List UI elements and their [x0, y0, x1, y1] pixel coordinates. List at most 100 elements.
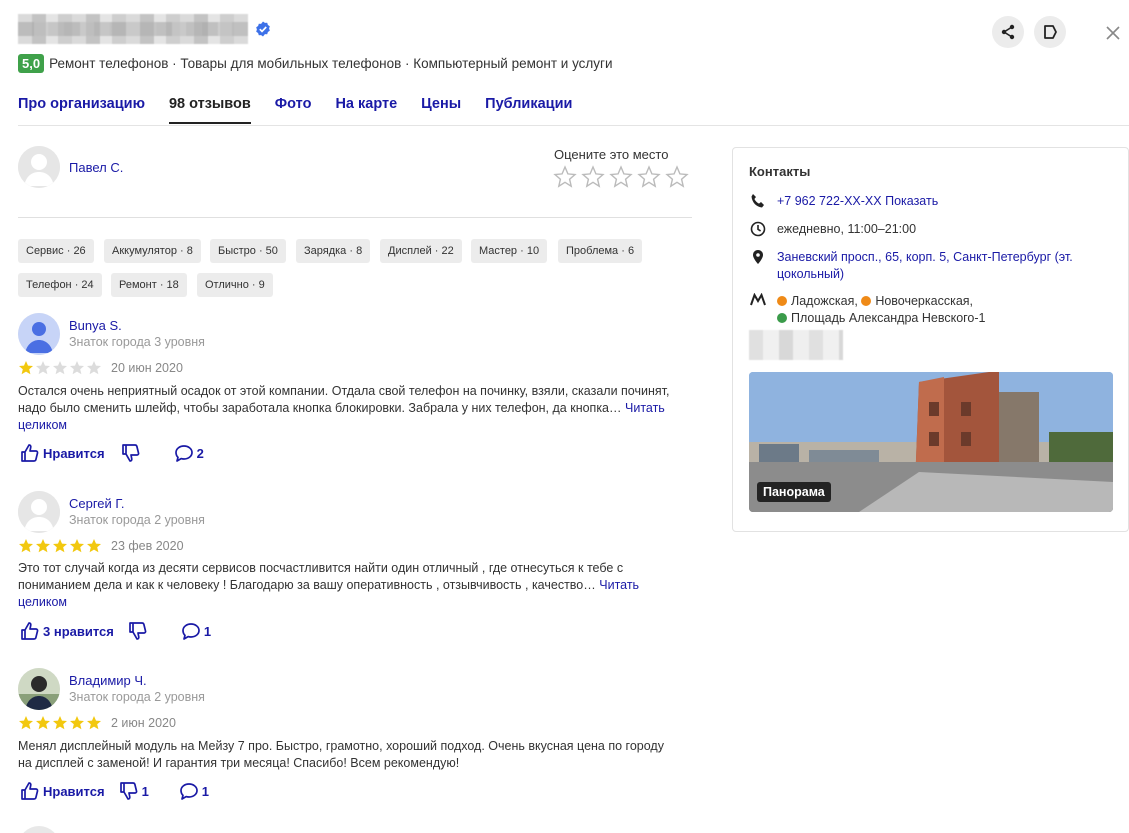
opening-hours: ежедневно, 11:00–21:00	[777, 222, 917, 236]
star-empty-icon	[36, 361, 50, 375]
tab-photo[interactable]: Фото	[275, 96, 312, 124]
divider	[18, 217, 692, 218]
dislike-count: 1	[141, 783, 149, 799]
metro-station[interactable]: Площадь Александра Невского-1	[777, 311, 986, 325]
chip-repair[interactable]: Ремонт · 18	[111, 273, 187, 297]
avatar[interactable]	[18, 668, 60, 710]
rating-row: 5,0 Ремонт телефонов · Товары для мобиль…	[18, 54, 613, 73]
review-stars: 23 фев 2020	[18, 538, 184, 554]
thumbs-up-icon	[21, 622, 39, 640]
metro-line-dot	[861, 296, 872, 306]
bookmark-button[interactable]	[1034, 16, 1066, 48]
tab-reviews[interactable]: 98 отзывов	[168, 96, 251, 124]
star-filled-icon	[87, 539, 101, 553]
bookmark-icon	[1044, 25, 1057, 39]
phone-icon	[751, 194, 764, 208]
show-phone-link[interactable]: Показать	[885, 194, 938, 208]
like-button[interactable]: Нравится	[20, 781, 105, 801]
dislike-button[interactable]	[128, 621, 151, 641]
thumbs-down-icon	[119, 782, 137, 800]
rate-star-2[interactable]	[581, 165, 605, 189]
rate-star-3[interactable]	[609, 165, 633, 189]
thumbs-up-icon	[21, 444, 39, 462]
tab-prices[interactable]: Цены	[421, 96, 461, 124]
comments-button[interactable]: 1	[181, 621, 211, 641]
review-author-level: Знаток города 2 уровня	[69, 513, 205, 527]
phone-number[interactable]: +7 962 722-XX-XX	[777, 194, 882, 208]
avatar[interactable]	[18, 826, 60, 833]
comments-count: 2	[196, 445, 204, 461]
chip-battery[interactable]: Аккумулятор · 8	[104, 239, 201, 263]
star-filled-icon	[70, 539, 84, 553]
review-body: Это тот случай когда из десяти сервисов …	[18, 561, 624, 592]
thumbs-down-icon	[121, 444, 139, 462]
tab-about[interactable]: Про организацию	[18, 96, 145, 124]
panorama-label: Панорама	[757, 482, 831, 502]
user-photo-icon	[18, 668, 60, 710]
avatar[interactable]	[18, 313, 60, 355]
comments-button[interactable]: 1	[179, 781, 209, 801]
tab-publications[interactable]: Публикации	[485, 96, 572, 124]
review-author[interactable]: Bunya S.	[69, 318, 122, 333]
dislike-button[interactable]: 1	[119, 781, 149, 801]
chip-excellent[interactable]: Отлично · 9	[197, 273, 273, 297]
panorama-preview[interactable]: Панорама	[749, 372, 1113, 512]
organization-title-blurred	[18, 14, 248, 44]
review-body: Остался очень неприятный осадок от этой …	[18, 384, 670, 415]
metro-station[interactable]: Ладожская,	[777, 294, 858, 308]
review-date: 23 фев 2020	[111, 539, 184, 553]
like-button[interactable]: 3 нравится	[20, 621, 114, 641]
rate-star-4[interactable]	[637, 165, 661, 189]
review-author-level: Знаток города 3 уровня	[69, 335, 205, 349]
contacts-card: Контакты +7 962 722-XX-XX Показать ежедн…	[732, 147, 1129, 532]
close-button[interactable]	[1103, 23, 1123, 43]
metro-station-name: Ладожская	[791, 294, 855, 308]
chip-master[interactable]: Мастер · 10	[471, 239, 548, 263]
verified-icon	[256, 21, 270, 37]
rate-stars	[553, 165, 689, 189]
star-empty-icon	[70, 361, 84, 375]
chip-display[interactable]: Дисплей · 22	[380, 239, 462, 263]
review-author[interactable]: Владимир Ч.	[69, 673, 147, 688]
rate-star-5[interactable]	[665, 165, 689, 189]
avatar[interactable]	[18, 491, 60, 533]
like-label: Нравится	[43, 445, 105, 461]
review-actions: Нравится 2	[20, 443, 204, 463]
star-filled-icon	[53, 539, 67, 553]
chip-phone[interactable]: Телефон · 24	[18, 273, 102, 297]
thumbs-up-icon	[21, 782, 39, 800]
review-text: Менял дисплейный модуль на Мейзу 7 про. …	[18, 738, 678, 772]
metro-station[interactable]: Новочеркасская,	[861, 294, 973, 308]
rate-star-1[interactable]	[553, 165, 577, 189]
tab-map[interactable]: На карте	[335, 96, 397, 124]
chip-charging[interactable]: Зарядка · 8	[296, 239, 371, 263]
star-filled-icon	[19, 539, 33, 553]
review-author[interactable]: Сергей Г.	[69, 496, 124, 511]
rate-place-title: Оцените это место	[554, 147, 669, 162]
comment-icon	[179, 783, 198, 800]
metro-row: Ладожская, Новочеркасская, Площадь Алекс…	[749, 293, 1109, 327]
address-link[interactable]: Заневский просп., 65, корп. 5, Санкт-Пет…	[777, 249, 1107, 283]
my-user-name[interactable]: Павел С.	[69, 160, 123, 175]
thumbs-down-icon	[129, 622, 147, 640]
review-author-level: Знаток города 2 уровня	[69, 690, 205, 704]
review-date: 20 июн 2020	[111, 361, 183, 375]
categories-text: Ремонт телефонов · Товары для мобильных …	[49, 56, 613, 71]
star-filled-icon	[36, 716, 50, 730]
user-placeholder-icon	[18, 491, 60, 533]
comment-icon	[174, 445, 193, 462]
chip-problem[interactable]: Проблема · 6	[558, 239, 643, 263]
star-filled-icon	[19, 716, 33, 730]
review-actions: Нравится 1 1	[20, 781, 209, 801]
contacts-title: Контакты	[749, 164, 811, 179]
review-date: 2 июн 2020	[111, 716, 176, 730]
address-row: Заневский просп., 65, корп. 5, Санкт-Пет…	[749, 249, 1109, 283]
chip-service[interactable]: Сервис · 26	[18, 239, 94, 263]
chip-fast[interactable]: Быстро · 50	[210, 239, 286, 263]
user-placeholder-icon	[18, 146, 60, 188]
share-button[interactable]	[992, 16, 1024, 48]
comments-button[interactable]: 2	[174, 443, 204, 463]
tabs-divider	[18, 125, 1129, 126]
dislike-button[interactable]	[121, 443, 144, 463]
like-button[interactable]: Нравится	[20, 443, 105, 463]
